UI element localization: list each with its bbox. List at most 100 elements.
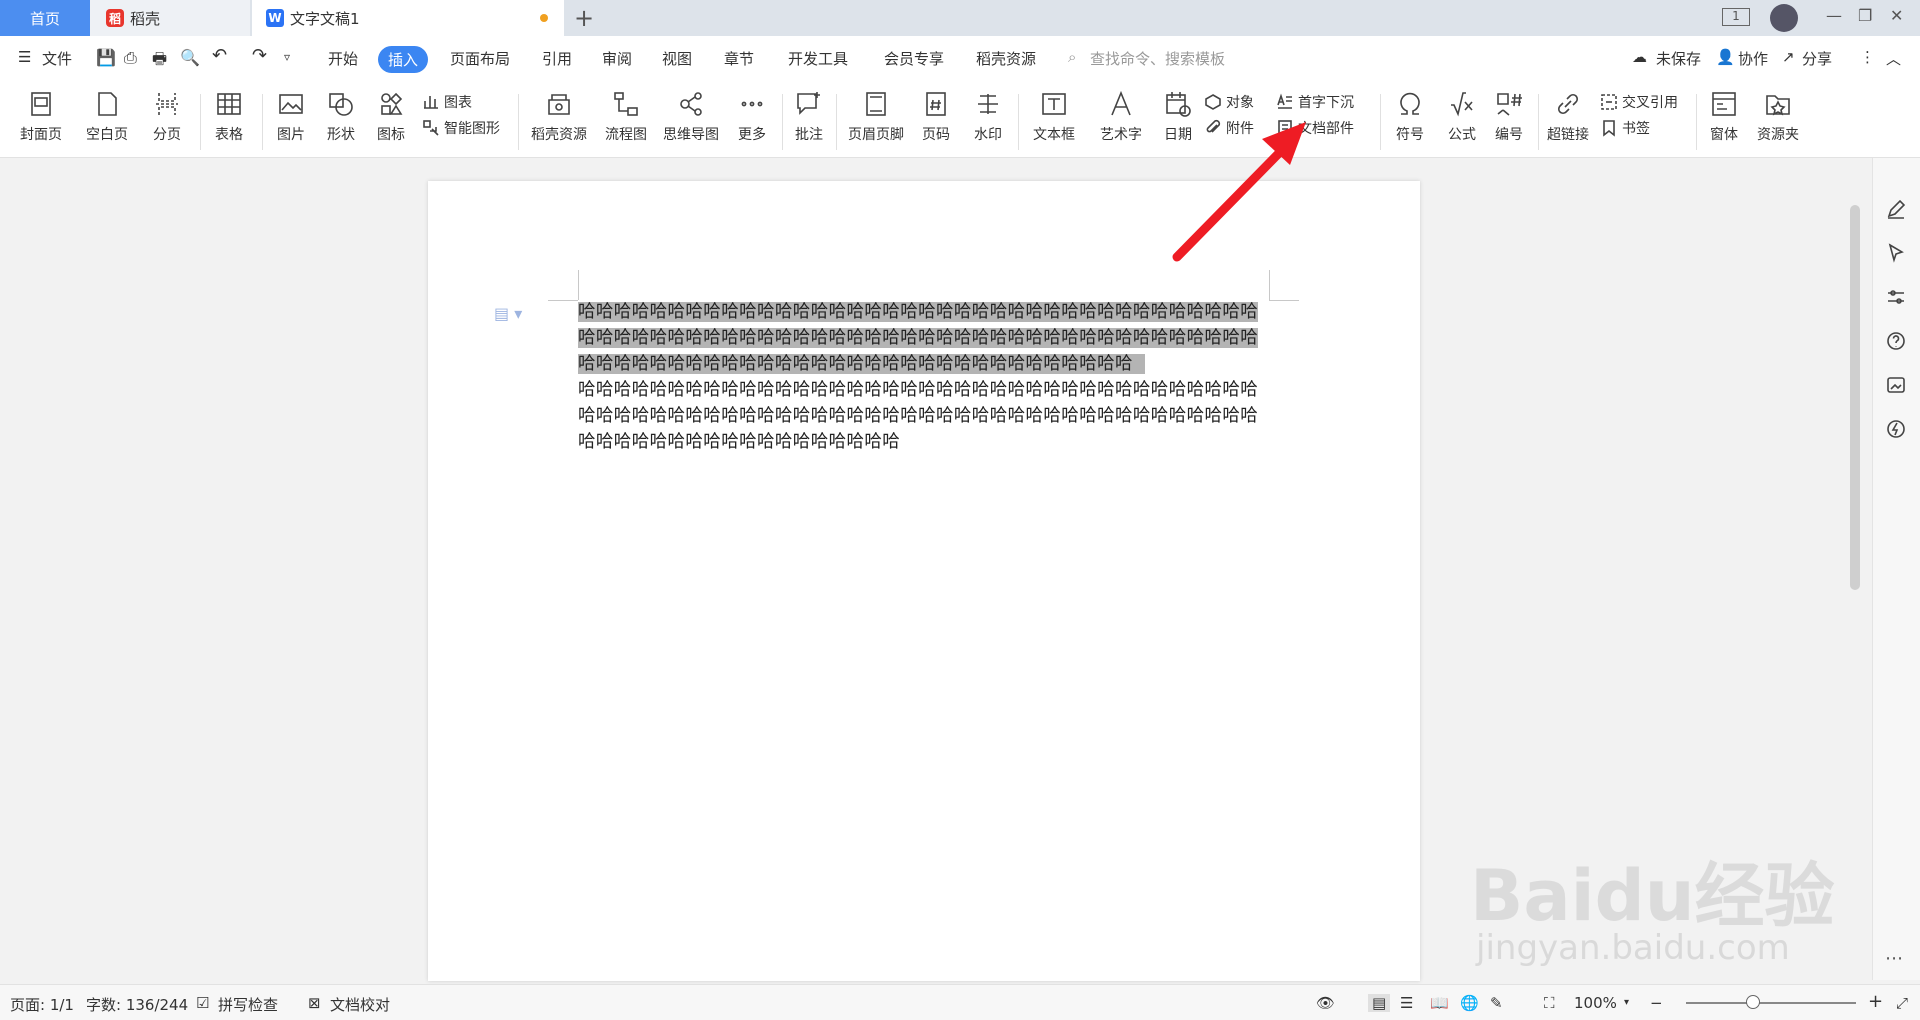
tab-home[interactable]: 首页 xyxy=(0,0,90,36)
quick-access-dropdown-icon[interactable]: ▿ xyxy=(284,50,290,64)
close-window-icon[interactable]: ✕ xyxy=(1890,6,1903,25)
plain-paragraph[interactable]: 哈哈哈哈哈哈哈哈哈哈哈哈哈哈哈哈哈哈哈哈哈哈哈哈哈哈哈哈哈哈哈哈哈哈哈哈哈哈哈哈… xyxy=(578,380,1258,452)
page-number-button[interactable]: 页码 xyxy=(912,86,960,156)
object-button[interactable]: 对象 xyxy=(1204,92,1254,112)
comment-button[interactable]: 批注 xyxy=(788,86,830,156)
menu-view[interactable]: 视图 xyxy=(662,48,692,69)
paragraph-layout-icon[interactable]: ▤ ▾ xyxy=(494,304,522,323)
menu-file[interactable]: 文件 xyxy=(42,48,72,69)
zoom-out-icon[interactable]: − xyxy=(1650,994,1663,1012)
wordart-button[interactable]: 艺术字 xyxy=(1090,86,1152,156)
cover-page-button[interactable]: 封面页 xyxy=(12,86,70,156)
doc-proof-button[interactable]: 文档校对 xyxy=(330,994,390,1015)
web-view-icon[interactable]: 🌐 xyxy=(1460,994,1479,1012)
share-button[interactable]: 分享 xyxy=(1802,48,1832,69)
print-preview-icon[interactable]: 🔍 xyxy=(180,48,200,67)
scrollbar-thumb[interactable] xyxy=(1850,205,1860,590)
eye-protect-icon[interactable]: 👁 xyxy=(1316,994,1335,1012)
smart-art-button[interactable]: 智能图形 xyxy=(422,118,500,138)
date-button[interactable]: 日期 xyxy=(1156,86,1200,156)
outline-view-icon[interactable]: ☰ xyxy=(1400,994,1413,1012)
redo-icon[interactable]: ↷ xyxy=(252,45,267,66)
adjust-sliders-icon[interactable] xyxy=(1885,286,1909,310)
icon-library-button[interactable]: 图标 xyxy=(368,86,414,156)
help-icon[interactable] xyxy=(1885,330,1909,354)
selected-paragraph[interactable]: 哈哈哈哈哈哈哈哈哈哈哈哈哈哈哈哈哈哈哈哈哈哈哈哈哈哈哈哈哈哈哈哈哈哈哈哈哈哈哈哈… xyxy=(578,302,1259,374)
restore-icon[interactable]: ❐ xyxy=(1858,6,1872,25)
picture-button[interactable]: 图片 xyxy=(268,86,314,156)
unsaved-status[interactable]: 未保存 xyxy=(1656,48,1701,69)
image-tools-icon[interactable] xyxy=(1885,374,1909,398)
page-layout-indicator-icon[interactable]: 1 xyxy=(1722,8,1750,26)
resource-folder-button[interactable]: 资源夹 xyxy=(1752,86,1804,156)
export-pdf-icon[interactable]: ⎙ xyxy=(124,48,137,68)
symbol-button[interactable]: 符号 xyxy=(1386,86,1434,156)
textbox-button[interactable]: 文本框 xyxy=(1024,86,1084,156)
menu-reference[interactable]: 引用 xyxy=(542,48,572,69)
more-menu-icon[interactable]: ⋮ xyxy=(1860,48,1875,66)
more-insert-button[interactable]: 更多 xyxy=(728,86,776,156)
zoom-level[interactable]: 100% xyxy=(1574,994,1617,1012)
form-window-button[interactable]: 窗体 xyxy=(1700,86,1748,156)
fit-page-icon[interactable]: ⛶ xyxy=(1544,994,1555,1012)
chart-button[interactable]: 图表 xyxy=(422,92,472,112)
menu-member[interactable]: 会员专享 xyxy=(884,48,944,69)
pen-mode-icon[interactable]: ✎ xyxy=(1490,994,1503,1012)
hyperlink-button[interactable]: 超链接 xyxy=(1542,86,1594,156)
flowchart-button[interactable]: 流程图 xyxy=(598,86,654,156)
menu-review[interactable]: 审阅 xyxy=(602,48,632,69)
menu-chapter[interactable]: 章节 xyxy=(724,48,754,69)
blank-page-button[interactable]: 空白页 xyxy=(78,86,136,156)
bookmark-button[interactable]: 书签 xyxy=(1600,118,1650,138)
daoke-resource-button[interactable]: 稻壳资源 xyxy=(524,86,594,156)
spell-check-button[interactable]: 拼写检查 xyxy=(218,994,278,1015)
menu-developer[interactable]: 开发工具 xyxy=(788,48,848,69)
page-count[interactable]: 页面: 1/1 xyxy=(10,994,74,1015)
formula-button[interactable]: 公式 xyxy=(1438,86,1486,156)
select-cursor-icon[interactable] xyxy=(1885,242,1909,266)
watermark-button[interactable]: 水印 xyxy=(964,86,1012,156)
read-view-icon[interactable]: 📖 xyxy=(1430,994,1449,1012)
page-view-icon[interactable]: ▤ xyxy=(1368,994,1391,1012)
zoom-in-icon[interactable]: + xyxy=(1868,991,1883,1012)
zoom-dropdown-icon[interactable]: ▾ xyxy=(1624,997,1629,1008)
menu-insert[interactable]: 插入 xyxy=(378,46,429,73)
numbering-button[interactable]: 编号 xyxy=(1488,86,1530,156)
share-icon: ↗ xyxy=(1782,48,1795,66)
fullscreen-icon[interactable]: ⤢ xyxy=(1896,994,1908,1012)
new-tab-plus-icon[interactable]: + xyxy=(574,4,594,32)
hamburger-icon[interactable]: ☰ xyxy=(18,48,31,66)
mindmap-label: 思维导图 xyxy=(663,127,719,143)
save-icon[interactable]: 💾 xyxy=(96,48,116,67)
undo-icon[interactable]: ↶ xyxy=(212,45,227,66)
tab-document[interactable]: W 文字文稿1 xyxy=(252,0,564,36)
collab-button[interactable]: 协作 xyxy=(1738,48,1768,69)
minimize-icon[interactable]: — xyxy=(1826,6,1842,25)
word-count[interactable]: 字数: 136/244 xyxy=(86,994,188,1015)
print-icon[interactable]: 🖶 xyxy=(152,48,167,75)
mindmap-button[interactable]: 思维导图 xyxy=(658,86,724,156)
page-break-button[interactable]: 分页 xyxy=(144,86,190,156)
header-footer-label: 页眉页脚 xyxy=(848,127,904,143)
doc-parts-button[interactable]: 文档部件 xyxy=(1276,118,1354,138)
document-body[interactable]: 哈哈哈哈哈哈哈哈哈哈哈哈哈哈哈哈哈哈哈哈哈哈哈哈哈哈哈哈哈哈哈哈哈哈哈哈哈哈哈哈… xyxy=(578,299,1270,455)
zoom-slider-thumb[interactable] xyxy=(1746,995,1760,1009)
user-avatar[interactable] xyxy=(1770,4,1798,32)
attachment-button[interactable]: 附件 xyxy=(1204,118,1254,138)
tab-daoke[interactable]: 稻 稻壳 xyxy=(90,0,250,36)
search-command-input[interactable]: 查找命令、搜索模板 xyxy=(1090,48,1225,69)
drop-cap-button[interactable]: 首字下沉 xyxy=(1276,92,1354,112)
zoom-slider-track[interactable] xyxy=(1686,1002,1856,1004)
lightning-icon[interactable] xyxy=(1885,418,1909,442)
cross-reference-button[interactable]: 交叉引用 xyxy=(1600,92,1678,112)
shape-button[interactable]: 形状 xyxy=(318,86,364,156)
shape-icon xyxy=(327,90,355,118)
more-tools-icon[interactable]: ⋯ xyxy=(1885,948,1909,972)
collapse-ribbon-icon[interactable]: ︿ xyxy=(1886,48,1901,69)
menu-daoke-resource[interactable]: 稻壳资源 xyxy=(976,48,1036,69)
menu-start[interactable]: 开始 xyxy=(328,48,358,69)
header-footer-button[interactable]: 页眉页脚 xyxy=(842,86,910,156)
menu-page-layout[interactable]: 页面布局 xyxy=(450,48,510,69)
edit-pen-icon[interactable] xyxy=(1885,198,1909,222)
table-button[interactable]: 表格 xyxy=(206,86,252,156)
